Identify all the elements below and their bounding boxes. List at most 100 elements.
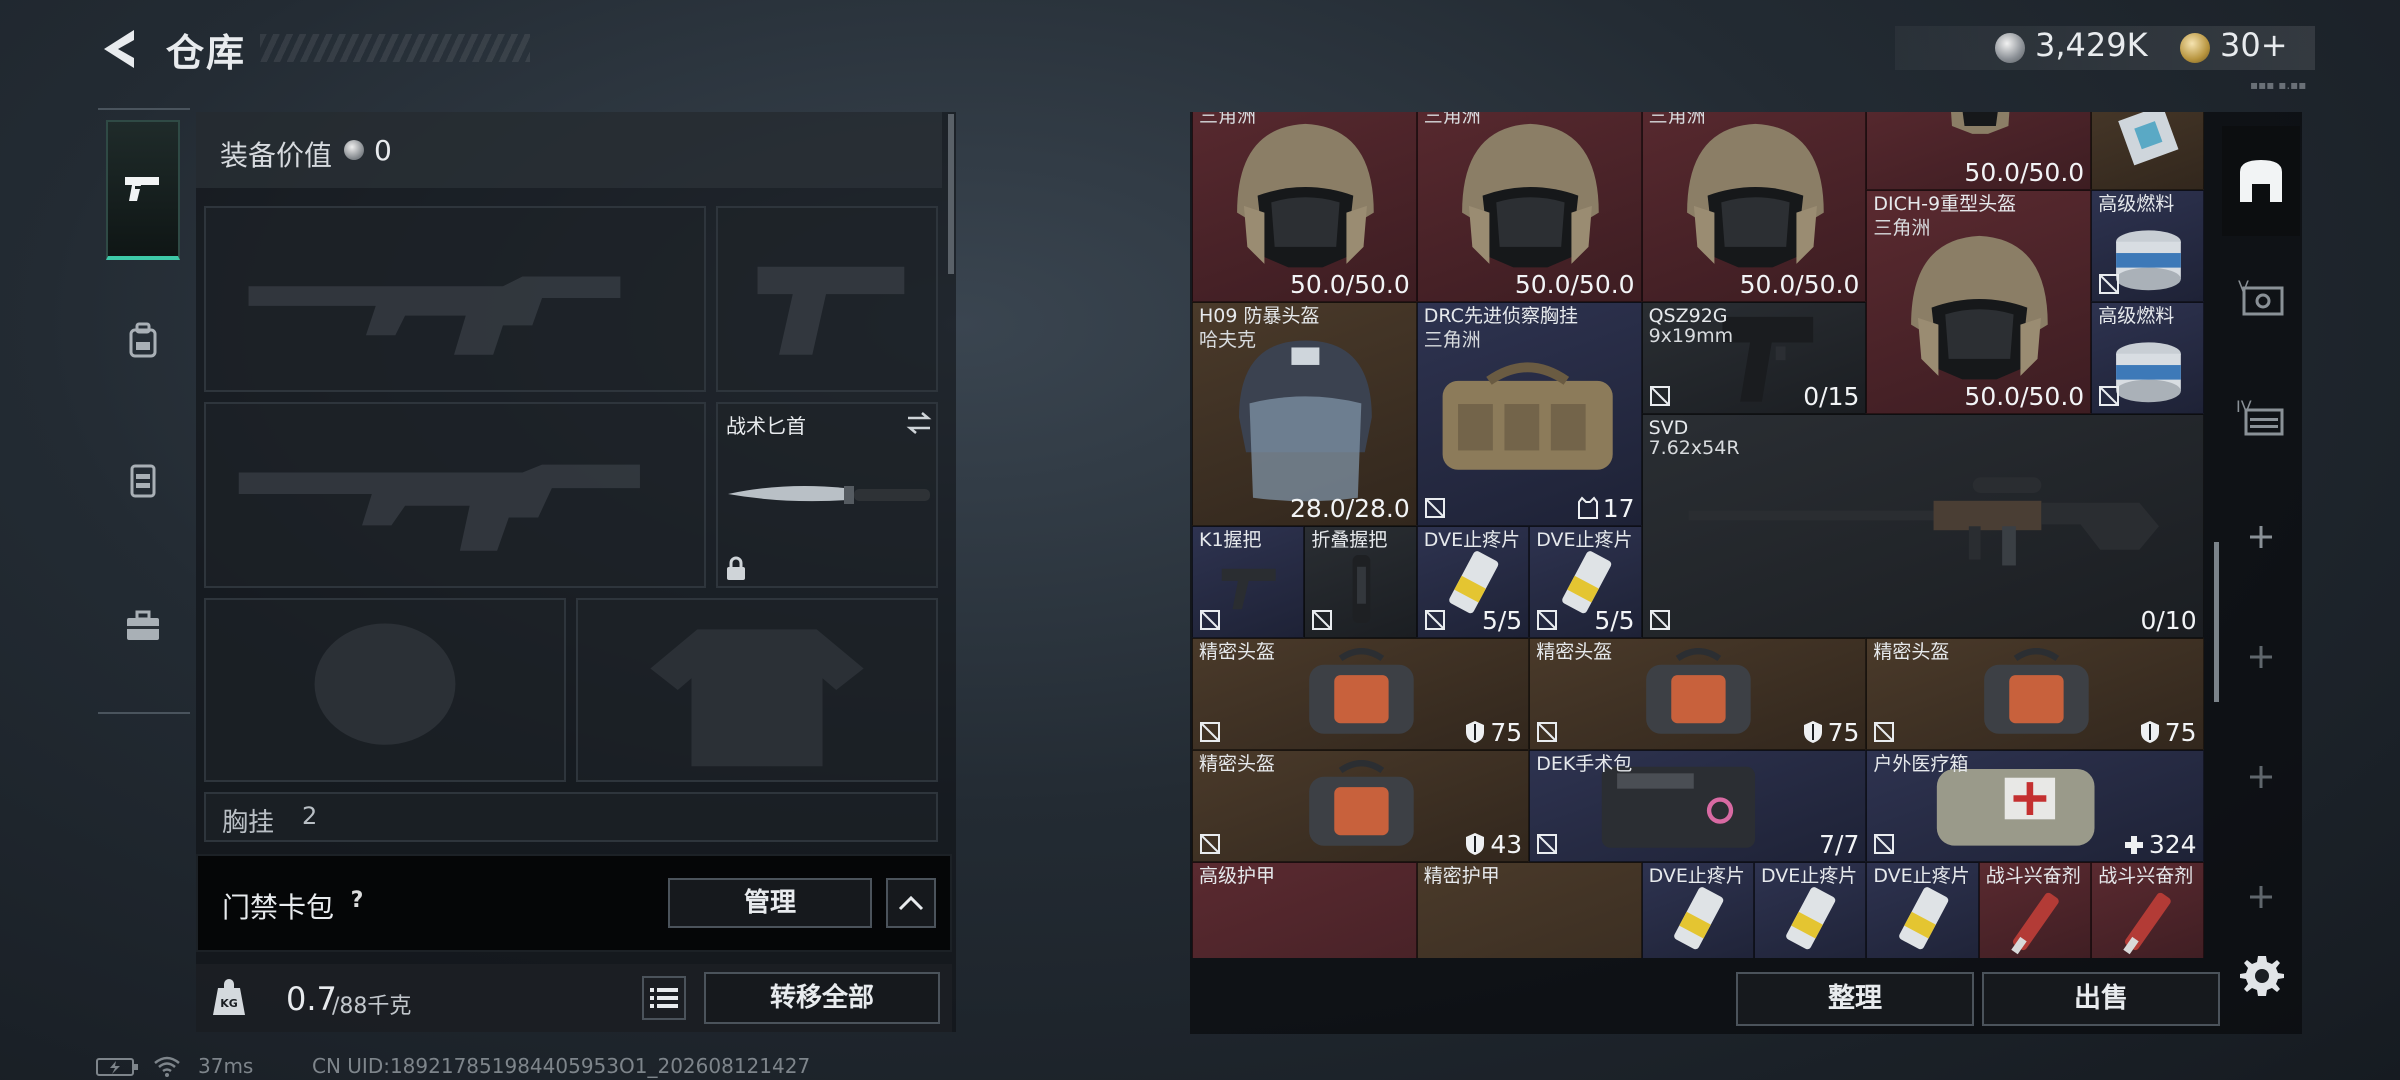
no-insurance-icon bbox=[1424, 497, 1446, 519]
item-name: SVD bbox=[1648, 417, 1689, 439]
stash-item[interactable]: DVE止疼片 bbox=[1754, 862, 1867, 958]
durability-shield-icon bbox=[1803, 721, 1822, 743]
stash-item[interactable]: 精密头盔 43 bbox=[1192, 750, 1530, 862]
stash-item[interactable]: DEK手术包 7/7 bbox=[1529, 750, 1867, 862]
chest-rig-section: 胸挂 2 bbox=[204, 792, 938, 842]
stash-item[interactable]: 精密头盔 75 bbox=[1866, 638, 2204, 750]
tab-add-1[interactable] bbox=[2222, 482, 2300, 592]
tab-add-4[interactable] bbox=[2222, 842, 2300, 952]
pills-icon bbox=[1786, 886, 1836, 949]
knife-slot[interactable]: 战术匕首 bbox=[716, 402, 938, 588]
stash-item[interactable]: DVE止疼片 5/5 bbox=[1416, 526, 1530, 638]
list-view-button[interactable] bbox=[642, 976, 686, 1020]
item-subtitle: 三角洲 bbox=[1648, 112, 1706, 127]
tab-briefcase[interactable] bbox=[106, 556, 180, 696]
capacity-vest-icon bbox=[1577, 496, 1598, 519]
item-value: 17 bbox=[1577, 494, 1635, 523]
helmet-slot[interactable] bbox=[204, 598, 566, 782]
stash-item[interactable]: 折叠握把 bbox=[1304, 526, 1417, 638]
sell-button[interactable]: 出售 bbox=[1982, 972, 2220, 1026]
no-insurance-icon bbox=[2098, 273, 2120, 295]
stash-item[interactable]: 户外医疗箱 324 bbox=[1866, 750, 2204, 862]
item-value: 75 bbox=[1802, 718, 1859, 747]
svg-text:IV: IV bbox=[2236, 397, 2252, 416]
tab-add-3[interactable] bbox=[2222, 722, 2300, 832]
item-value: 0/15 bbox=[1803, 382, 1860, 411]
stash-item[interactable]: DVE止疼片 bbox=[1866, 862, 1979, 958]
swap-icon[interactable] bbox=[904, 408, 934, 438]
secondary-weapon-slot[interactable] bbox=[204, 402, 706, 588]
stash-item[interactable]: CPU bbox=[2091, 112, 2204, 190]
item-name: DVE止疼片 bbox=[1761, 865, 1858, 887]
stash-item[interactable]: DVE止疼片 bbox=[1641, 862, 1754, 958]
stash-item[interactable]: 精密头盔 75 bbox=[1192, 638, 1530, 750]
tab-safe[interactable] bbox=[2222, 126, 2300, 236]
stash-scrollbar[interactable] bbox=[2214, 542, 2219, 702]
chevron-up-icon bbox=[898, 895, 924, 911]
item-name: QSZ92G bbox=[1648, 305, 1728, 327]
add-icon bbox=[2250, 526, 2272, 548]
stash-item[interactable]: 精密护甲 bbox=[1416, 862, 1642, 958]
help-icon[interactable]: ? bbox=[342, 886, 372, 916]
tab-storage-v[interactable]: V bbox=[2222, 242, 2300, 352]
loadout-scrollbar[interactable] bbox=[948, 114, 954, 274]
durability-shield-icon bbox=[1466, 721, 1485, 743]
stash-item[interactable]: QSZ92G 9x19mm 0/15 bbox=[1641, 302, 1867, 414]
tab-add-2[interactable] bbox=[2222, 602, 2300, 712]
grip-icon bbox=[1222, 568, 1277, 609]
stash-item[interactable]: K1握把 bbox=[1192, 526, 1305, 638]
storage-v-icon: V bbox=[2238, 277, 2284, 316]
item-name: 战斗兴奋剂 bbox=[2098, 865, 2194, 887]
tab-vest[interactable] bbox=[106, 410, 180, 550]
transfer-all-button[interactable]: 转移全部 bbox=[704, 972, 940, 1024]
item-name: 精密头盔 bbox=[1873, 641, 1950, 663]
pistol-slot[interactable] bbox=[716, 206, 938, 392]
collapse-button[interactable] bbox=[886, 878, 936, 928]
stash-item[interactable]: DVE止疼片 5/5 bbox=[1529, 526, 1642, 638]
sort-button[interactable]: 整理 bbox=[1736, 972, 1974, 1026]
primary-weapon-slot[interactable] bbox=[204, 206, 706, 392]
equip-value-label: 装备价值 bbox=[220, 139, 333, 172]
stash-item[interactable]: 精密头盔 75 bbox=[1529, 638, 1867, 750]
armor-icon bbox=[1463, 953, 1598, 958]
stash-item[interactable]: DICH-9重型头盔三角洲50.0/50.0 bbox=[1641, 112, 1867, 302]
no-insurance-icon bbox=[1199, 721, 1221, 743]
item-name: K1握把 bbox=[1199, 529, 1262, 551]
pills-icon bbox=[1899, 886, 1949, 949]
tab-weapons[interactable] bbox=[106, 120, 180, 260]
armor-slot[interactable] bbox=[576, 598, 938, 782]
bag-icon bbox=[1309, 647, 1414, 734]
item-value: 75 bbox=[1464, 718, 1522, 747]
stash-item[interactable]: DICH-9重型头盔三角洲50.0/50.0 bbox=[1866, 190, 2092, 414]
stash-item[interactable]: 战斗兴奋剂 bbox=[1978, 862, 2092, 958]
tab-storage-iv[interactable]: IV bbox=[2222, 362, 2300, 472]
gold-coin-icon bbox=[2180, 33, 2210, 63]
stash-item[interactable]: 战斗兴奋剂 bbox=[2091, 862, 2204, 958]
item-name: DVE止疼片 bbox=[1648, 865, 1745, 887]
gear-icon[interactable] bbox=[2238, 952, 2286, 1000]
no-insurance-icon bbox=[2098, 385, 2120, 407]
back-arrow-icon[interactable] bbox=[96, 24, 146, 74]
uid-text: CN UID:189217851984405953O1_202608121427 bbox=[312, 1054, 811, 1078]
item-subtitle: 三角洲 bbox=[1423, 329, 1481, 351]
stash-item[interactable]: 高级燃料 bbox=[2091, 302, 2204, 414]
stash-item[interactable]: 高级护甲 bbox=[1192, 862, 1417, 958]
storage-iv-icon: IV bbox=[2236, 397, 2284, 436]
item-value: 50.0/50.0 bbox=[1964, 158, 2085, 187]
stash-item[interactable]: DRC先进侦察胸挂 三角洲 17 bbox=[1416, 302, 1642, 526]
stash-item[interactable]: 高级燃料 bbox=[2091, 190, 2204, 302]
weight-icon-text: KG bbox=[220, 997, 238, 1010]
armor-icon bbox=[1238, 953, 1373, 958]
stash-item[interactable]: DICH-9重型头盔三角洲50.0/50.0 bbox=[1192, 112, 1417, 302]
item-value: 50.0/50.0 bbox=[1514, 270, 1635, 299]
silver-amount: 3,429K bbox=[2035, 26, 2148, 64]
stash-item[interactable]: 50.0/50.0 bbox=[1866, 112, 2092, 190]
manage-button[interactable]: 管理 bbox=[668, 878, 872, 928]
stash-item[interactable]: DICH-9重型头盔三角洲50.0/50.0 bbox=[1416, 112, 1642, 302]
stash-item[interactable]: H09 防暴头盔 哈夫克 28.0/28.0 bbox=[1192, 302, 1417, 526]
keycard-bar: 门禁卡包 ? 管理 bbox=[196, 854, 952, 952]
ping-text: 37ms bbox=[198, 1054, 254, 1078]
stash-item[interactable]: SVD 7.62x54R 0/10 bbox=[1641, 414, 2204, 638]
tab-backpack[interactable] bbox=[106, 270, 180, 410]
item-name: DVE止疼片 bbox=[1536, 529, 1633, 551]
